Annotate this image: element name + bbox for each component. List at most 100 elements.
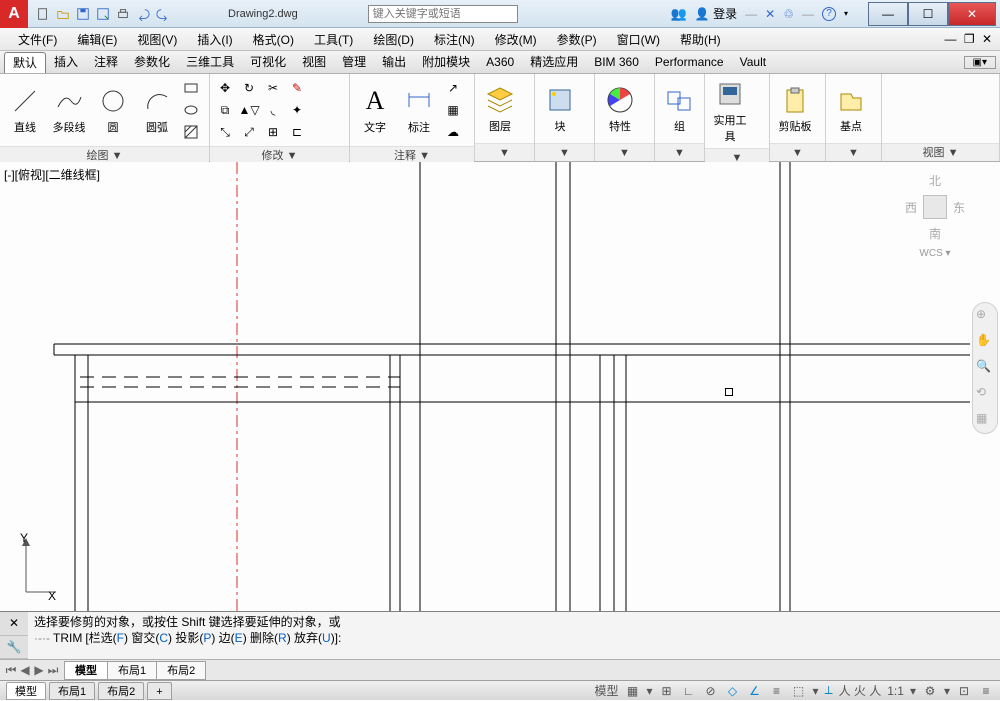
tool-text[interactable]: A文字 [354,85,396,135]
rotate-icon[interactable]: ↻ [238,78,260,98]
tab-bim360[interactable]: BIM 360 [586,52,647,73]
copy-icon[interactable]: ⧉ [214,100,236,120]
last-tab-icon[interactable]: ⏭ [46,663,60,678]
offset-icon[interactable]: ⊏ [286,122,308,142]
undo-icon[interactable] [134,5,152,23]
tab-addins[interactable]: 附加模块 [414,52,478,73]
customize-icon[interactable]: ≡ [978,683,994,699]
first-tab-icon[interactable]: ⏮ [4,663,18,678]
menu-modify[interactable]: 修改(M) [485,31,547,48]
tool-base[interactable]: 基点 [830,84,872,134]
menu-draw[interactable]: 绘图(D) [363,31,424,48]
doc-restore-icon[interactable]: ❐ [964,32,975,46]
open-icon[interactable] [54,5,72,23]
tab-performance[interactable]: Performance [647,52,732,73]
sb-scale[interactable]: 1:1 [887,684,904,698]
layout-2[interactable]: 布局2 [156,661,206,680]
tool-block[interactable]: 块 [539,84,581,134]
maximize-button[interactable]: ☐ [908,2,948,26]
menu-param[interactable]: 参数(P) [547,31,607,48]
next-tab-icon[interactable]: ▶ [32,663,46,678]
exchange-icon[interactable]: ✕ [765,7,775,21]
search-input[interactable] [368,5,518,23]
tab-featured[interactable]: 精选应用 [522,52,586,73]
tab-manage[interactable]: 管理 [334,52,374,73]
tab-insert[interactable]: 插入 [46,52,86,73]
drawing-canvas[interactable]: [-][俯视][二维线框] YX 北 西东 南 WCS ▾ [0,162,1000,611]
redo-icon[interactable] [154,5,172,23]
mirror-icon[interactable]: ▲▽ [238,100,260,120]
cmd-close-icon[interactable]: ✕ [0,612,28,636]
saveas-icon[interactable] [94,5,112,23]
menu-tools[interactable]: 工具(T) [304,31,363,48]
orbit-icon[interactable]: ⟲ [976,385,994,403]
tab-view[interactable]: 视图 [294,52,334,73]
prev-tab-icon[interactable]: ◀ [18,663,32,678]
menu-edit[interactable]: 编辑(E) [67,31,127,48]
tool-layers[interactable]: 图层 [479,84,521,134]
sb-modelspace[interactable]: 模型 [594,682,618,699]
menu-window[interactable]: 窗口(W) [607,31,670,48]
osnap-icon[interactable]: ◇ [725,683,741,699]
print-icon[interactable] [114,5,132,23]
cmd-config-icon[interactable]: 🔧 [0,636,28,660]
sb-layout2-tab[interactable]: 布局2 [98,682,144,700]
new-icon[interactable] [34,5,52,23]
tab-parametric[interactable]: 参数化 [126,52,178,73]
save-icon[interactable] [74,5,92,23]
tool-properties[interactable]: 特性 [599,84,641,134]
doc-minimize-icon[interactable]: — [944,32,956,46]
menu-help[interactable]: 帮助(H) [670,31,731,48]
leader-icon[interactable]: ↗ [442,78,464,98]
tab-a360[interactable]: A360 [478,52,522,73]
tab-visualize[interactable]: 可视化 [242,52,294,73]
tool-utilities[interactable]: 实用工具 [709,78,751,144]
tab-output[interactable]: 输出 [374,52,414,73]
login-link[interactable]: 👤 登录 [695,5,737,22]
scale-icon[interactable]: ⤢ [238,122,260,142]
menu-view[interactable]: 视图(V) [127,31,187,48]
move-icon[interactable]: ✥ [214,78,236,98]
array-icon[interactable]: ⊞ [262,122,284,142]
ellipse-icon[interactable] [180,100,202,120]
hatch-icon[interactable] [180,122,202,142]
tool-arc[interactable]: 圆弧 [136,85,178,135]
pan-icon[interactable]: ✋ [976,333,994,351]
tab-3dtools[interactable]: 三维工具 [178,52,242,73]
cloud-icon[interactable]: ☁ [442,122,464,142]
explode-icon[interactable]: ✦ [286,100,308,120]
doc-close-icon[interactable]: ✕ [982,32,992,46]
tool-clipboard[interactable]: 剪贴板 [774,84,816,134]
layout-1[interactable]: 布局1 [107,661,157,680]
iso-icon[interactable]: ⬚ [791,683,807,699]
tool-circle[interactable]: 圆 [92,85,134,135]
menu-file[interactable]: 文件(F) [8,31,67,48]
table-icon[interactable]: ▦ [442,100,464,120]
tool-group[interactable]: 组 [659,84,700,134]
menu-format[interactable]: 格式(O) [243,31,304,48]
search-people-icon[interactable]: 👥 [671,6,687,22]
close-button[interactable]: ✕ [948,2,996,26]
cmd-input-line[interactable]: ·-·- TRIM [栏选(F) 窗交(C) 投影(P) 边(E) 删除(R) … [34,630,994,646]
showmotion-icon[interactable]: ▦ [976,411,994,429]
fullnav-icon[interactable]: ⊕ [976,307,994,325]
polar-icon[interactable]: ⊘ [703,683,719,699]
sync-icon[interactable]: ♲ [783,7,794,21]
menu-dim[interactable]: 标注(N) [424,31,485,48]
ucs-icon[interactable]: YX [12,532,56,605]
tool-line[interactable]: 直线 [4,85,46,135]
ortho-icon[interactable]: ∟ [681,683,697,699]
command-window[interactable]: ✕🔧 选择要修剪的对象，或按住 Shift 键选择要延伸的对象，或 ·-·- T… [0,611,1000,659]
trim-icon[interactable]: ✂ [262,78,284,98]
tab-vault[interactable]: Vault [732,52,774,73]
grid-icon[interactable]: ▦ [625,683,641,699]
rect-icon[interactable] [180,78,202,98]
app-logo[interactable]: A [0,0,28,28]
viewcube[interactable]: 北 西东 南 WCS ▾ [900,172,970,272]
layout-model[interactable]: 模型 [64,661,108,680]
sb-add-layout[interactable]: + [147,682,171,700]
zoom-icon[interactable]: 🔍 [976,359,994,377]
fillet-icon[interactable]: ◟ [262,100,284,120]
otrack-icon[interactable]: ∠ [747,683,763,699]
gear-icon[interactable]: ⚙ [922,683,938,699]
